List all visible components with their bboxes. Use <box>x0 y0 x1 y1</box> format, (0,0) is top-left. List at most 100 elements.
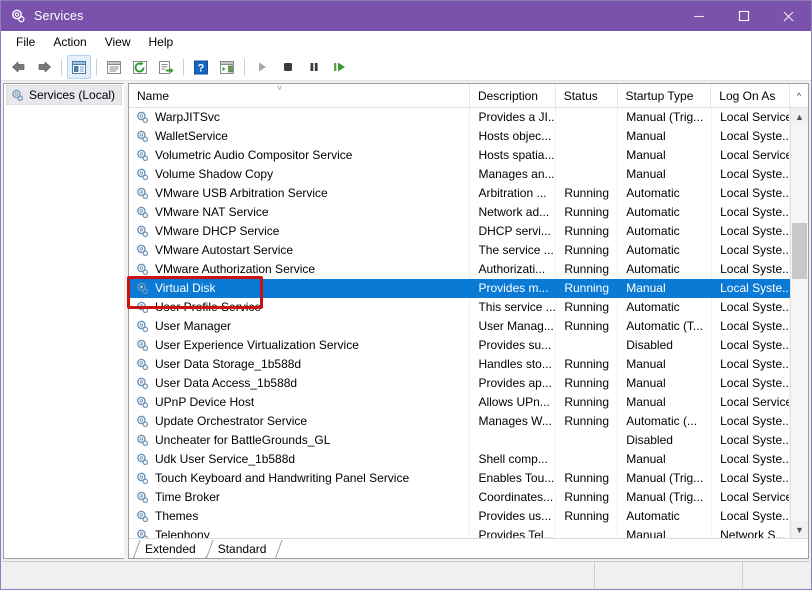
service-name-label: WalletService <box>155 129 228 143</box>
table-row[interactable]: Telephony Provides Tel... Manual Network S.… <box>129 526 790 538</box>
column-header-description[interactable]: Description <box>470 84 556 107</box>
cell-startup: Automatic <box>618 260 713 279</box>
service-gear-icon <box>135 167 150 182</box>
table-row[interactable]: User Data Access_1b588d Provides ap... Run… <box>129 374 790 393</box>
column-header-label: Description <box>477 88 538 103</box>
minimize-button[interactable] <box>676 1 721 31</box>
tab-label: Extended <box>145 542 196 556</box>
service-name-label: Themes <box>155 509 199 523</box>
cell-name: Time Broker <box>129 488 471 507</box>
menu-view[interactable]: View <box>96 32 140 52</box>
cell-status <box>556 526 619 538</box>
table-row[interactable]: Volumetric Audio Compositor Service Hosts… <box>129 146 790 165</box>
column-header-startup-type[interactable]: Startup Type <box>618 84 712 107</box>
cell-description: Hosts objec... <box>470 127 557 146</box>
table-row[interactable]: VMware Autostart Service The service ... R… <box>129 241 790 260</box>
table-row[interactable]: UPnP Device Host Allows UPn... Running Manu… <box>129 393 790 412</box>
table-row[interactable]: Touch Keyboard and Handwriting Panel Ser… <box>129 469 790 488</box>
menu-action[interactable]: Action <box>44 32 95 52</box>
table-row[interactable]: User Manager User Manag... Running Automati… <box>129 317 790 336</box>
scroll-up-button[interactable]: ▲ <box>791 108 808 125</box>
table-row[interactable]: Themes Provides us... Running Automatic Loca… <box>129 507 790 526</box>
export-list-button[interactable] <box>154 55 178 79</box>
cell-logon: Local Syste... <box>712 450 790 469</box>
toolbar-separator <box>61 58 62 76</box>
services-rows: WarpJITSvc Provides a JI... Manual (Trig..… <box>129 108 790 538</box>
table-row[interactable]: VMware NAT Service Network ad... Running Au… <box>129 203 790 222</box>
scroll-down-button[interactable]: ▼ <box>791 521 808 538</box>
vertical-scrollbar[interactable]: ▲ ▼ <box>790 108 808 538</box>
table-row[interactable]: User Profile Service This service ... Runn… <box>129 298 790 317</box>
cell-description <box>470 431 557 450</box>
svg-text:?: ? <box>198 62 205 74</box>
table-row[interactable]: Time Broker Coordinates... Running Manual (… <box>129 488 790 507</box>
cell-description: Provides Tel... <box>470 526 557 538</box>
maximize-button[interactable] <box>721 1 766 31</box>
title-bar: Services <box>1 1 811 31</box>
cell-startup: Manual <box>618 279 713 298</box>
cell-logon: Local Syste... <box>712 165 790 184</box>
help-button[interactable]: ? <box>189 55 213 79</box>
start-service-button[interactable] <box>250 55 274 79</box>
table-row[interactable]: Udk User Service_1b588d Shell comp... Manu… <box>129 450 790 469</box>
cell-status <box>556 336 619 355</box>
cell-description: Shell comp... <box>470 450 557 469</box>
column-header-log-on-as[interactable]: Log On As <box>711 84 789 107</box>
forward-button[interactable] <box>32 55 56 79</box>
refresh-button[interactable] <box>128 55 152 79</box>
pause-service-button[interactable] <box>302 55 326 79</box>
service-name-label: Volume Shadow Copy <box>155 167 274 181</box>
cell-name: User Manager <box>129 317 471 336</box>
scrollbar-thumb[interactable] <box>792 223 807 279</box>
table-row[interactable]: VMware Authorization Service Authorizati.… <box>129 260 790 279</box>
service-gear-icon <box>135 319 150 334</box>
table-row[interactable]: WarpJITSvc Provides a JI... Manual (Trig..… <box>129 108 790 127</box>
stop-service-button[interactable] <box>276 55 300 79</box>
cell-logon: Local Service <box>712 146 790 165</box>
service-name-label: Telephony <box>155 528 210 538</box>
status-panel-main <box>2 562 595 588</box>
table-row[interactable]: Update Orchestrator Service Manages W... R… <box>129 412 790 431</box>
scrollbar-track[interactable] <box>791 125 808 521</box>
show-action-pane-button[interactable] <box>215 55 239 79</box>
table-row[interactable]: User Data Storage_1b588d Handles sto... Ru… <box>129 355 790 374</box>
column-header-label: Status <box>563 88 598 103</box>
cell-startup: Automatic <box>618 222 713 241</box>
show-hide-console-tree-button[interactable] <box>67 55 91 79</box>
cell-description: Provides a JI... <box>470 108 557 127</box>
table-row[interactable]: VMware DHCP Service DHCP servi... Running A… <box>129 222 790 241</box>
table-row[interactable]: WalletService Hosts objec... Manual Local S… <box>129 127 790 146</box>
table-row[interactable]: User Experience Virtualization Service Pr… <box>129 336 790 355</box>
cell-name: VMware NAT Service <box>129 203 471 222</box>
close-button[interactable] <box>766 1 811 31</box>
column-header-label: Name <box>137 88 170 103</box>
tab-extended[interactable]: Extended <box>133 540 206 558</box>
table-row[interactable]: Volume Shadow Copy Manages an... Manual Loc… <box>129 165 790 184</box>
chevron-up-icon[interactable]: ^ <box>789 84 808 107</box>
menu-file[interactable]: File <box>7 32 44 52</box>
table-row[interactable]: Uncheater for BattleGrounds_GL Disabled Lo… <box>129 431 790 450</box>
restart-service-button[interactable] <box>328 55 352 79</box>
menu-help[interactable]: Help <box>140 32 183 52</box>
service-gear-icon <box>135 395 150 410</box>
cell-startup: Automatic <box>618 507 713 526</box>
service-gear-icon <box>135 129 150 144</box>
column-header-name[interactable]: ˅ Name <box>129 84 470 107</box>
service-name-label: Update Orchestrator Service <box>155 414 308 428</box>
cell-name: Themes <box>129 507 471 526</box>
cell-name: Volume Shadow Copy <box>129 165 471 184</box>
table-row[interactable]: Virtual Disk Provides m... Running Manual Lo… <box>129 279 790 298</box>
cell-startup: Manual <box>618 127 713 146</box>
table-row[interactable]: VMware USB Arbitration Service Arbitratio… <box>129 184 790 203</box>
sidebar-item-services-local[interactable]: Services (Local) <box>6 85 122 105</box>
cell-description: DHCP servi... <box>470 222 557 241</box>
cell-logon: Local Service <box>712 488 790 507</box>
cell-status: Running <box>556 184 619 203</box>
column-header-status[interactable]: Status <box>556 84 618 107</box>
service-gear-icon <box>135 452 150 467</box>
service-gear-icon <box>135 376 150 391</box>
back-button[interactable] <box>6 55 30 79</box>
properties-button[interactable] <box>102 55 126 79</box>
tab-standard[interactable]: Standard <box>205 540 277 558</box>
column-header-label: Startup Type <box>625 88 694 103</box>
